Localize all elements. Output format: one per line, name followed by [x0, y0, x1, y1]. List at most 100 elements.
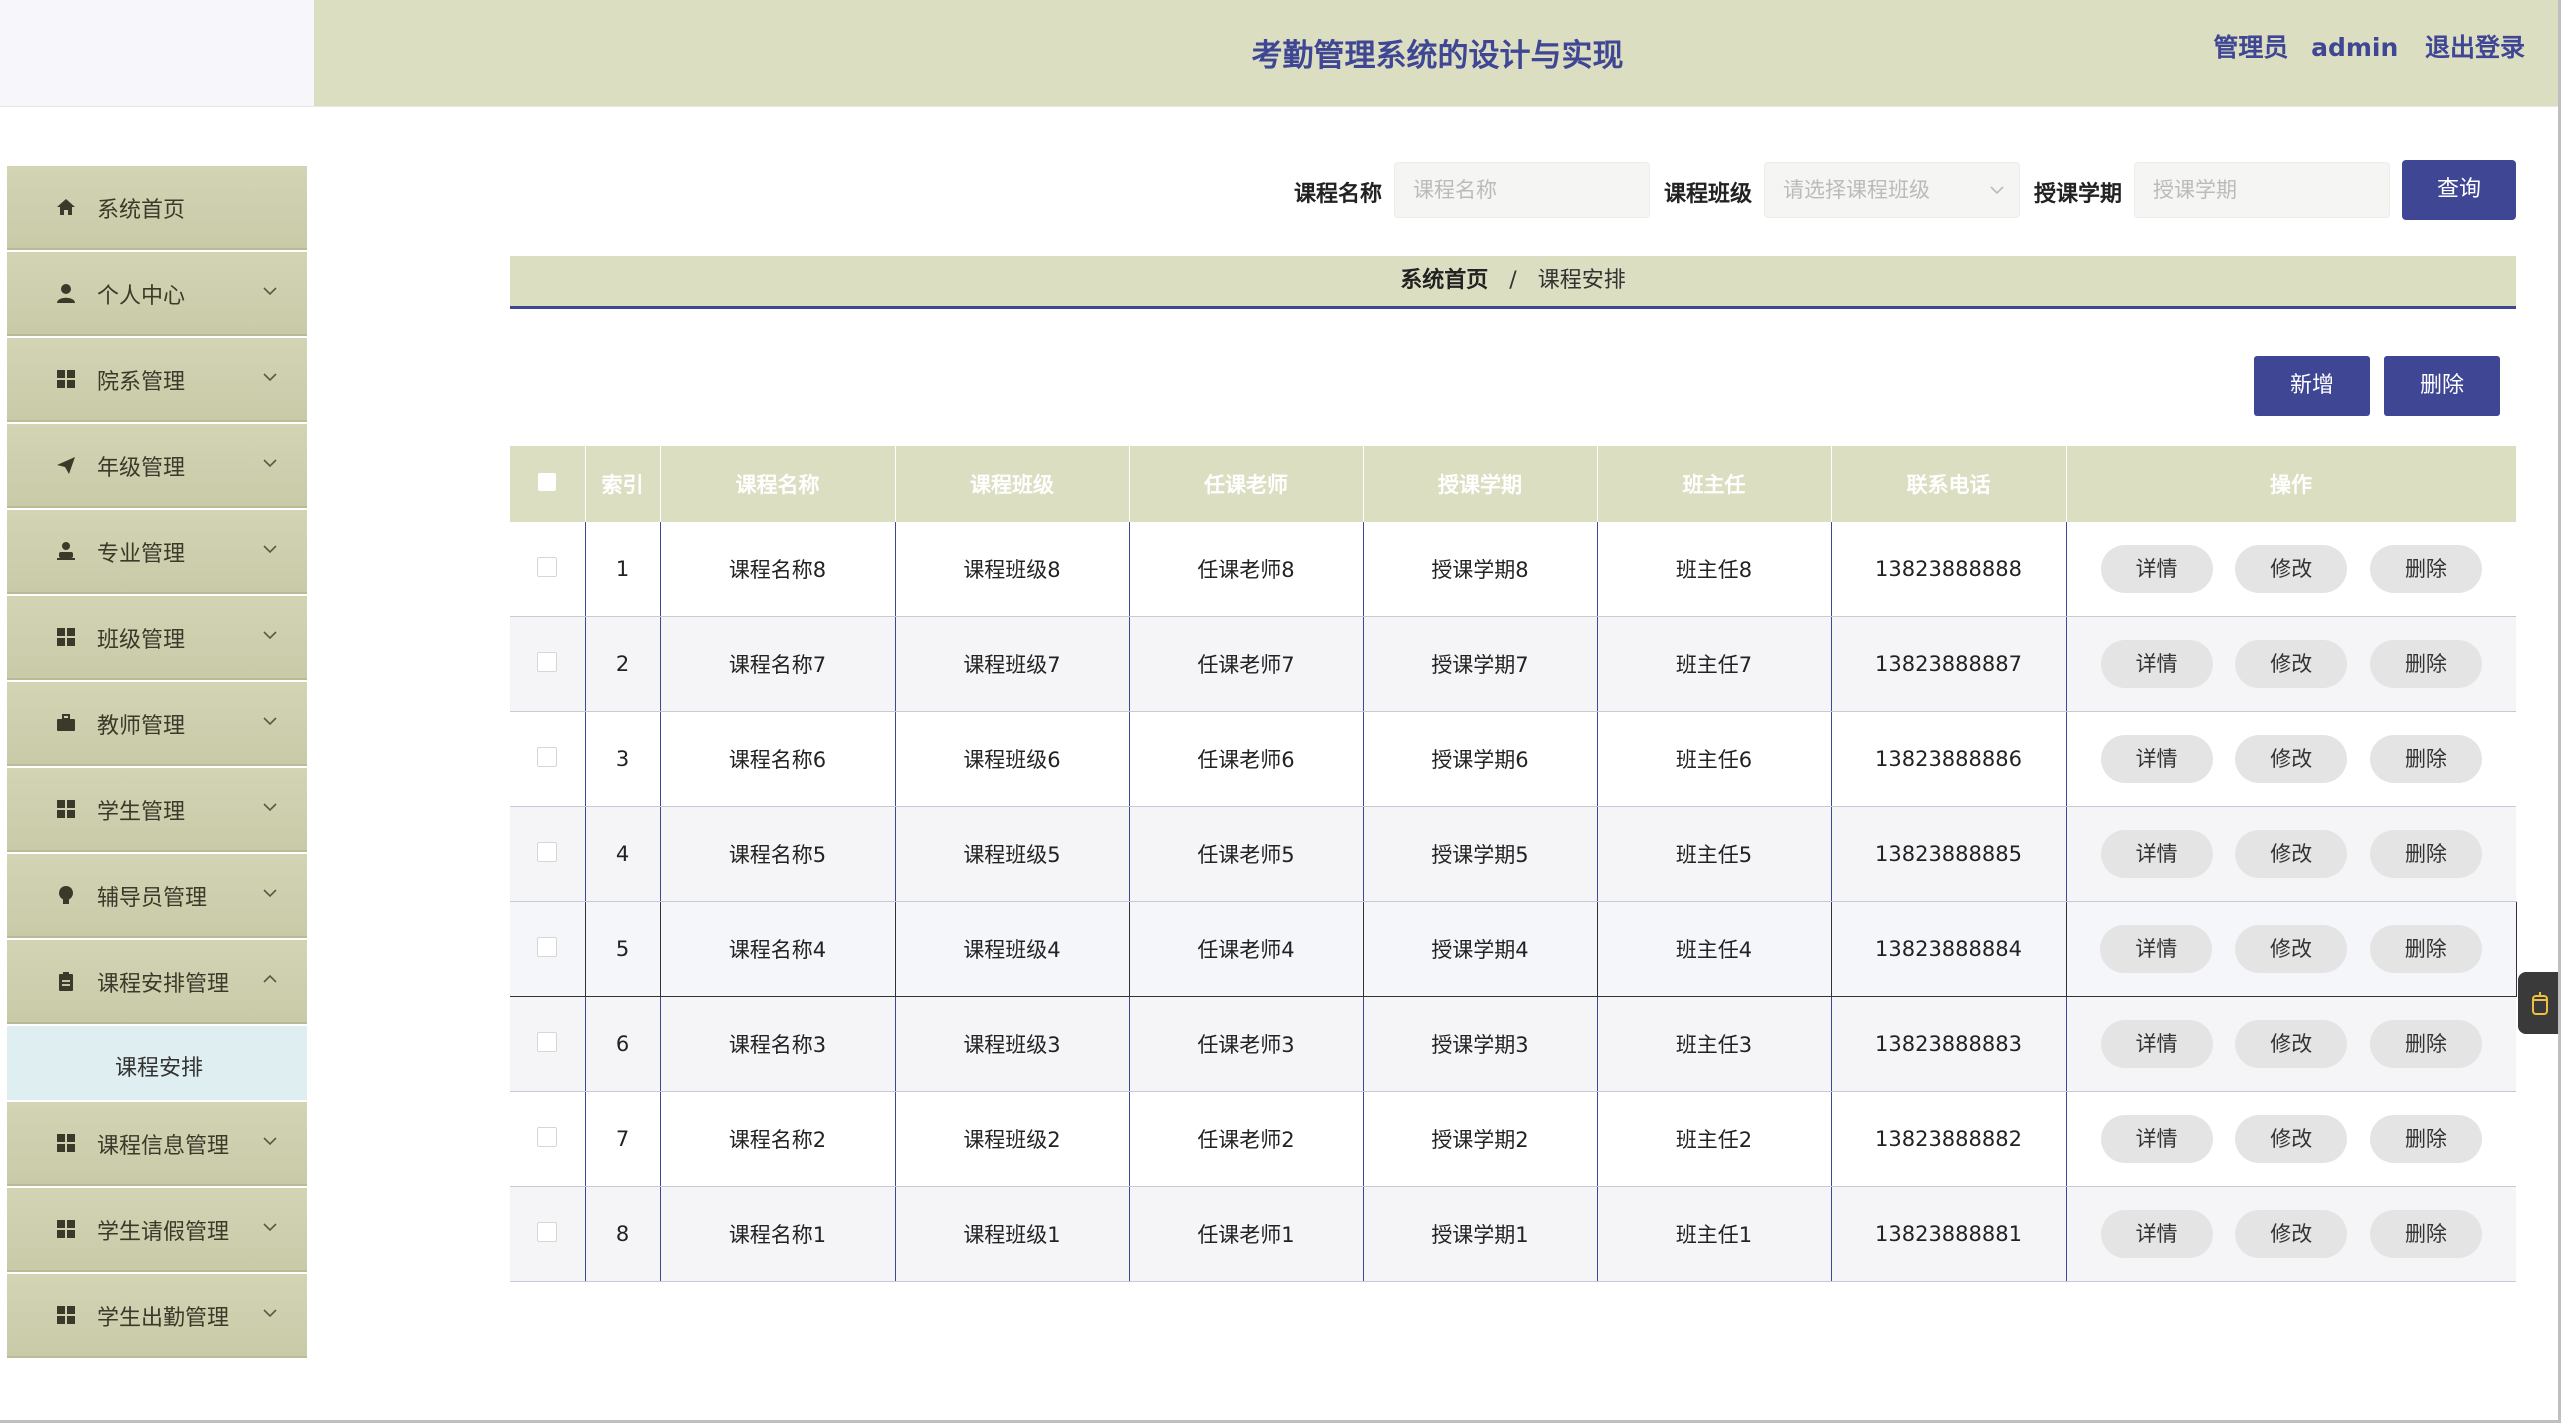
row-checkbox[interactable] — [537, 1126, 558, 1147]
sidebar-item[interactable]: 课程信息管理 — [7, 1102, 307, 1186]
sidebar-item[interactable]: 年级管理 — [7, 424, 307, 508]
edit-button[interactable]: 修改 — [2235, 830, 2348, 878]
sidebar-item[interactable]: 学生出勤管理 — [7, 1274, 307, 1358]
edit-button[interactable]: 修改 — [2235, 925, 2347, 973]
sidebar-item[interactable]: 院系管理 — [7, 338, 307, 422]
grid-icon — [55, 1132, 77, 1154]
table-cell: 任课老师3 — [1129, 996, 1364, 1092]
edit-button[interactable]: 修改 — [2235, 1020, 2348, 1068]
user-icon — [55, 282, 77, 304]
sidebar-item[interactable]: 学生管理 — [7, 768, 307, 852]
table-cell: 班主任5 — [1597, 806, 1832, 902]
logout-link[interactable]: 退出登录 — [2425, 33, 2525, 62]
sidebar-subitem-label: 课程安排 — [115, 1056, 204, 1081]
sidebar-item-label: 课程信息管理 — [97, 1134, 230, 1159]
edit-button[interactable]: 修改 — [2235, 545, 2348, 593]
detail-button[interactable]: 详情 — [2100, 1210, 2213, 1258]
detail-button[interactable]: 详情 — [2100, 830, 2213, 878]
table-row: 2 课程名称7 课程班级7 任课老师7 授课学期7 班主任7 13823888887 详情 … — [510, 616, 2516, 712]
table-cell: 课程班级5 — [895, 806, 1130, 902]
chevron-down-icon — [263, 1302, 277, 1323]
table-cell: 13823888883 — [1831, 996, 2067, 1092]
row-checkbox[interactable] — [537, 841, 558, 862]
row-checkbox[interactable] — [537, 651, 558, 672]
table-cell: 8 — [585, 1186, 661, 1282]
operation-cell: 详情 修改 删除 — [2066, 711, 2516, 807]
sidebar-item[interactable]: 系统首页 — [7, 166, 307, 250]
briefcase-icon — [55, 712, 77, 734]
detail-button[interactable]: 详情 — [2100, 1020, 2213, 1068]
row-delete-button[interactable]: 删除 — [2369, 1210, 2482, 1258]
add-button[interactable]: 新增 — [2254, 356, 2370, 416]
table-cell: 任课老师4 — [1129, 901, 1364, 997]
column-header: 授课学期 — [1363, 446, 1598, 522]
row-delete-button[interactable]: 删除 — [2369, 830, 2482, 878]
sidebar-item-label: 系统首页 — [97, 198, 186, 223]
table-cell: 授课学期8 — [1363, 522, 1598, 617]
row-checkbox[interactable] — [537, 1031, 558, 1052]
row-checkbox[interactable] — [537, 936, 558, 957]
detail-button[interactable]: 详情 — [2100, 545, 2213, 593]
row-checkbox[interactable] — [537, 1221, 558, 1242]
sidebar-item[interactable]: 专业管理 — [7, 510, 307, 594]
edit-button[interactable]: 修改 — [2235, 735, 2348, 783]
table-cell: 班主任1 — [1597, 1186, 1832, 1282]
breadcrumb-home[interactable]: 系统首页 — [1400, 268, 1488, 293]
select-all-checkbox[interactable] — [538, 473, 557, 491]
grid-icon — [55, 1304, 77, 1326]
row-select-cell — [510, 522, 586, 617]
course-class-select[interactable]: 请选择课程班级 — [1764, 162, 2020, 218]
sidebar-item[interactable]: 个人中心 — [7, 252, 307, 336]
bulb-icon — [55, 884, 77, 906]
term-input[interactable]: 授课学期 — [2134, 162, 2390, 218]
sidebar-item-label: 学生请假管理 — [97, 1220, 230, 1245]
delete-button[interactable]: 删除 — [2384, 356, 2500, 416]
chevron-down-icon — [263, 796, 277, 817]
detail-button[interactable]: 详情 — [2100, 925, 2213, 973]
sidebar-item[interactable]: 教师管理 — [7, 682, 307, 766]
sidebar-item[interactable]: 辅导员管理 — [7, 854, 307, 938]
row-delete-button[interactable]: 删除 — [2369, 545, 2482, 593]
table-cell: 课程班级4 — [895, 901, 1130, 997]
course-class-placeholder: 请选择课程班级 — [1783, 178, 1930, 202]
chevron-down-icon — [263, 538, 277, 559]
table-cell: 13823888886 — [1831, 711, 2067, 807]
table-cell: 授课学期1 — [1363, 1186, 1598, 1282]
row-checkbox[interactable] — [537, 746, 558, 767]
row-delete-button[interactable]: 删除 — [2369, 640, 2482, 688]
sidebar-subitem-course-schedule[interactable]: 课程安排 — [7, 1026, 307, 1100]
send-icon — [55, 454, 77, 476]
row-delete-button[interactable]: 删除 — [2369, 1020, 2482, 1068]
operation-cell: 详情 修改 删除 — [2066, 901, 2517, 997]
table-cell: 2 — [585, 616, 661, 712]
row-select-cell — [510, 616, 586, 712]
edit-button[interactable]: 修改 — [2235, 640, 2348, 688]
sidebar-item[interactable]: 课程安排管理 — [7, 940, 307, 1024]
edit-button[interactable]: 修改 — [2235, 1115, 2348, 1163]
detail-button[interactable]: 详情 — [2100, 735, 2213, 783]
table-cell: 授课学期5 — [1363, 806, 1598, 902]
row-select-cell — [510, 1091, 586, 1187]
sidebar-item[interactable]: 班级管理 — [7, 596, 307, 680]
table-cell: 课程班级8 — [895, 522, 1130, 617]
table-cell: 授课学期6 — [1363, 711, 1598, 807]
row-delete-button[interactable]: 删除 — [2369, 735, 2482, 783]
row-select-cell — [510, 996, 586, 1092]
table-cell: 6 — [585, 996, 661, 1092]
table-cell: 任课老师6 — [1129, 711, 1364, 807]
table-row: 4 课程名称5 课程班级5 任课老师5 授课学期5 班主任5 13823888885 详情 … — [510, 806, 2516, 902]
query-button[interactable]: 查询 — [2402, 160, 2516, 220]
course-name-input[interactable]: 课程名称 — [1394, 162, 1650, 218]
row-delete-button[interactable]: 删除 — [2369, 1115, 2482, 1163]
table-cell: 课程名称5 — [660, 806, 896, 902]
sidebar-item-label: 年级管理 — [97, 456, 186, 481]
chevron-down-icon — [263, 366, 277, 387]
detail-button[interactable]: 详情 — [2100, 640, 2213, 688]
edit-button[interactable]: 修改 — [2235, 1210, 2348, 1258]
detail-button[interactable]: 详情 — [2100, 1115, 2213, 1163]
sidebar-item[interactable]: 学生请假管理 — [7, 1188, 307, 1272]
row-checkbox[interactable] — [537, 556, 558, 577]
course-name-label: 课程名称 — [1294, 182, 1383, 207]
row-delete-button[interactable]: 删除 — [2369, 925, 2482, 973]
floating-tool-handle[interactable] — [2518, 972, 2561, 1034]
